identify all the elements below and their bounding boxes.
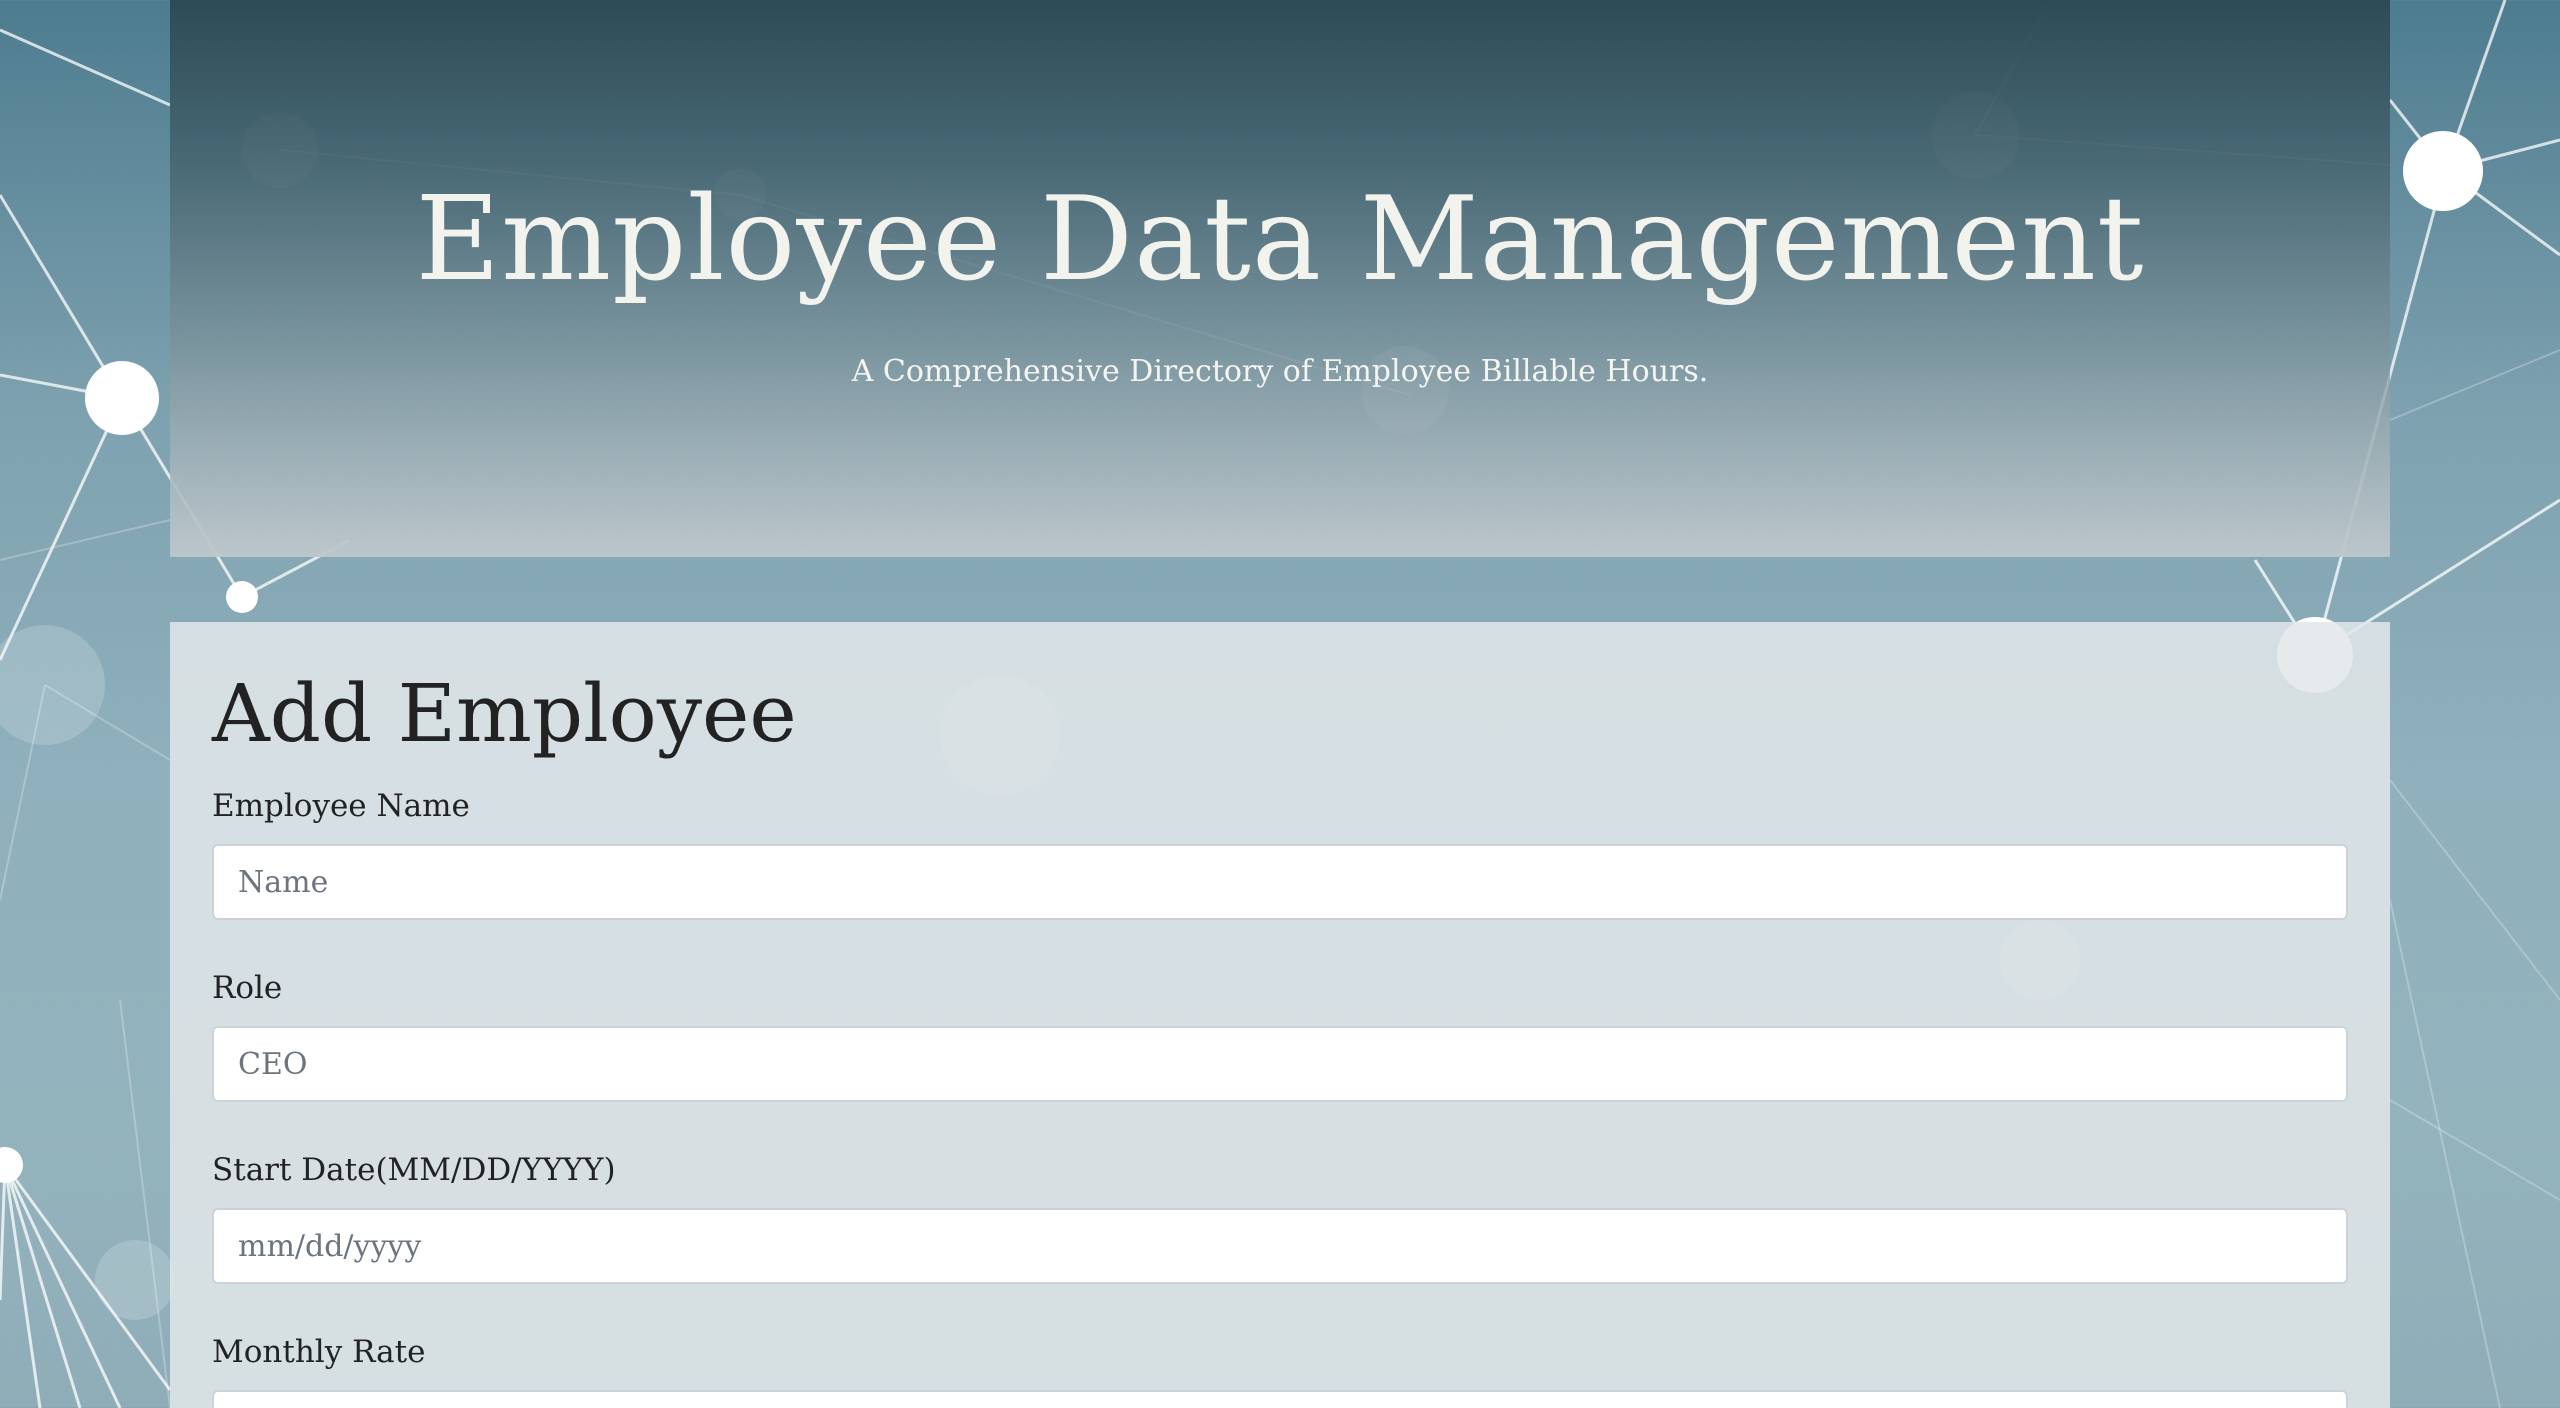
monthly-rate-label: Monthly Rate [212,1334,426,1370]
role-input[interactable] [212,1026,2348,1102]
start-date-group: Start Date(MM/DD/YYYY) [212,1150,2348,1284]
start-date-input[interactable] [212,1208,2348,1284]
monthly-rate-input[interactable] [212,1390,2348,1408]
add-employee-heading: Add Employee [212,667,797,760]
start-date-label: Start Date(MM/DD/YYYY) [212,1152,616,1188]
page-subtitle: A Comprehensive Directory of Employee Bi… [851,354,1709,389]
monthly-rate-group: Monthly Rate [212,1332,2348,1408]
employee-name-input[interactable] [212,844,2348,920]
employee-name-group: Employee Name [212,786,2348,920]
employee-name-label: Employee Name [212,788,470,824]
add-employee-panel: Add Employee Employee Name Role Start Da… [170,622,2390,1408]
role-label: Role [212,970,283,1006]
page-title: Employee Data Management [415,172,2145,307]
role-group: Role [212,968,2348,1102]
page-header: Employee Data Management A Comprehensive… [170,0,2390,557]
